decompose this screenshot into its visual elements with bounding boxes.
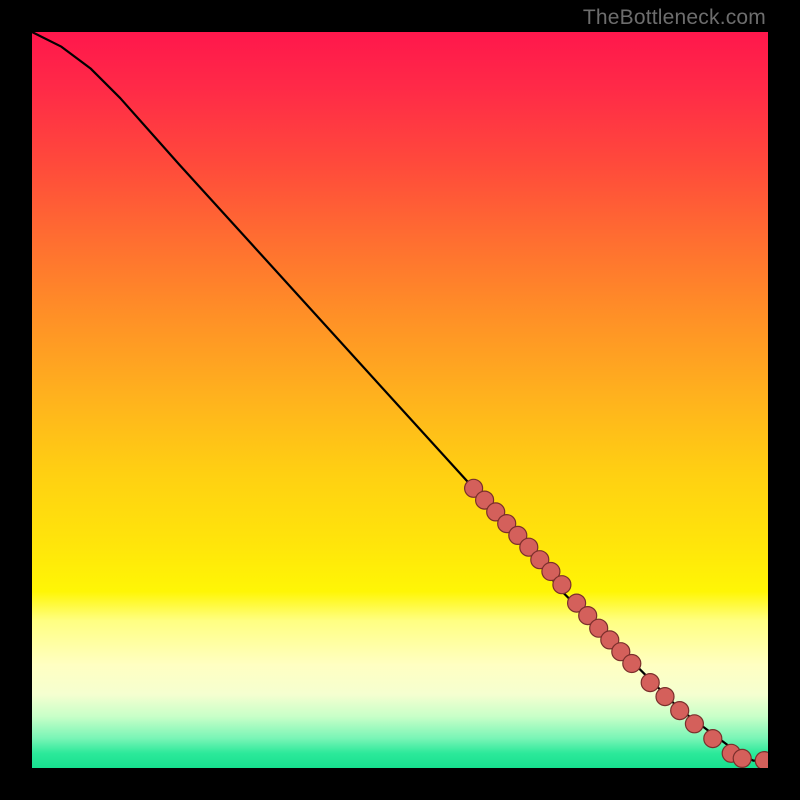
- chart-svg: [32, 32, 768, 768]
- data-marker: [656, 688, 674, 706]
- bottleneck-curve: [32, 32, 768, 761]
- watermark-text: TheBottleneck.com: [583, 6, 766, 30]
- chart-frame: TheBottleneck.com: [0, 0, 800, 800]
- data-marker: [553, 576, 571, 594]
- data-marker: [671, 702, 689, 720]
- data-marker: [641, 674, 659, 692]
- marker-layer: [465, 479, 768, 768]
- data-marker: [704, 730, 722, 748]
- data-marker: [755, 752, 768, 768]
- data-marker: [733, 749, 751, 767]
- data-marker: [685, 715, 703, 733]
- data-marker: [623, 655, 641, 673]
- plot-area: [32, 32, 768, 768]
